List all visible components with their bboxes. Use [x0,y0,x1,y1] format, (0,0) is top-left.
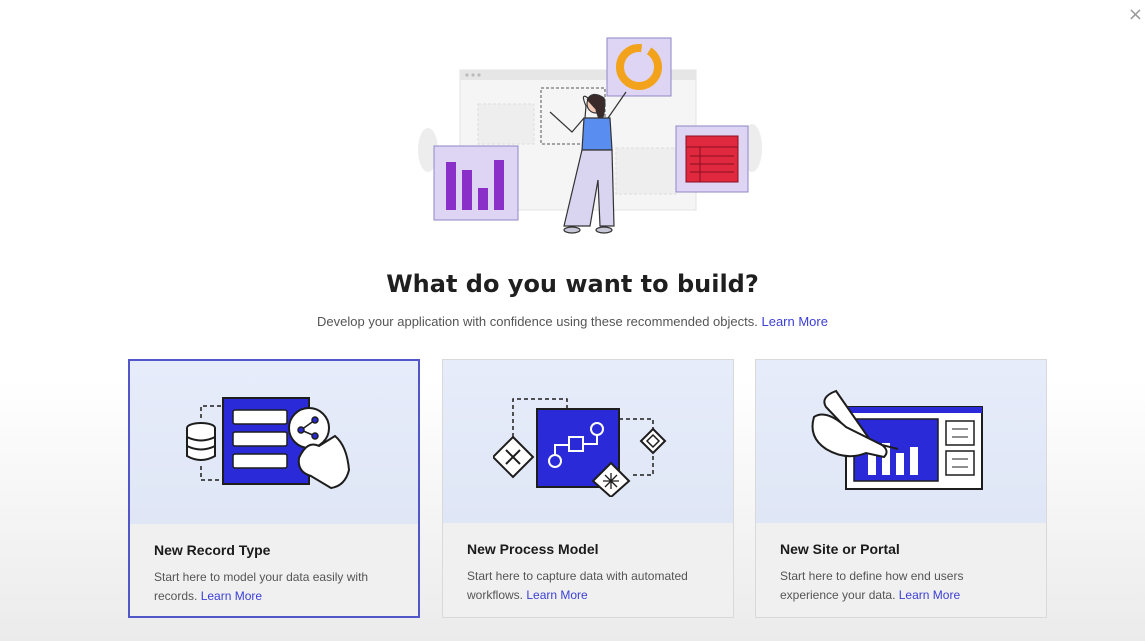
card-new-process-model[interactable]: New Process Model Start here to capture … [442,359,734,618]
card-title: New Process Model [467,541,599,557]
card-new-site-or-portal[interactable]: New Site or Portal Start here to define … [755,359,1047,618]
card-art [130,361,418,524]
hero-illustration [418,37,762,234]
table-illustration [675,125,749,193]
card-description: Start here to capture data with automate… [467,567,709,605]
site-portal-icon [811,389,983,490]
close-icon[interactable]: × [1128,6,1143,24]
record-type-icon [186,396,351,489]
card-learn-more-link[interactable]: Learn More [899,588,960,602]
page-title: What do you want to build? [386,270,759,298]
card-description: Start here to model your data easily wit… [154,568,394,606]
card-learn-more-link[interactable]: Learn More [201,589,262,603]
subtitle-text: Develop your application with confidence… [317,314,758,329]
card-art [443,360,733,523]
card-title: New Site or Portal [780,541,900,557]
bar-chart-illustration [433,145,519,221]
donut-chart-illustration [606,37,672,97]
subtitle-learn-more-link[interactable]: Learn More [761,314,827,329]
card-art [756,360,1046,523]
card-title: New Record Type [154,542,271,558]
card-learn-more-link[interactable]: Learn More [526,588,587,602]
process-model-icon [493,397,667,497]
card-new-record-type[interactable]: New Record Type Start here to model your… [128,359,420,618]
page-subtitle: Develop your application with confidence… [0,314,1145,329]
card-description: Start here to define how end users exper… [780,567,1022,605]
